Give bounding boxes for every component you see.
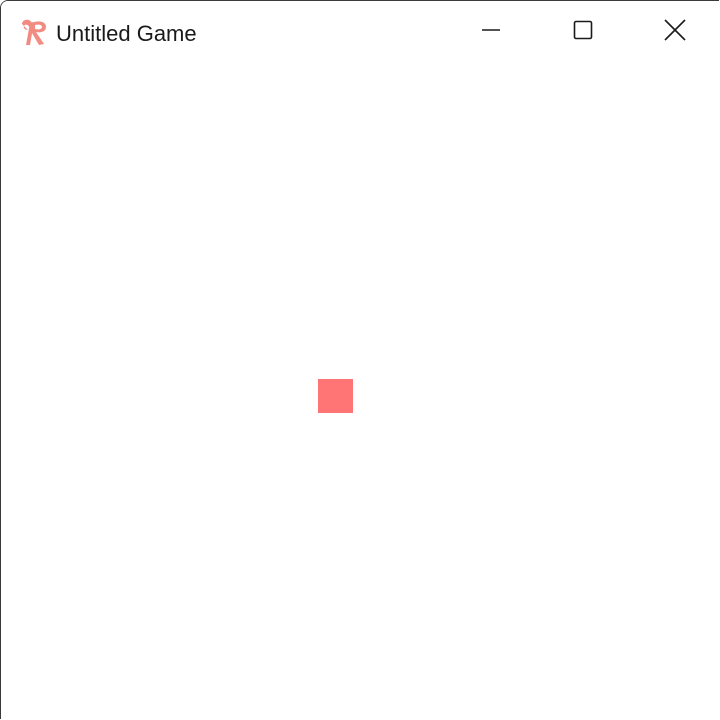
ribbon-r-logo-icon	[18, 17, 50, 47]
maximize-button[interactable]	[537, 1, 629, 63]
close-icon	[664, 18, 686, 46]
title-bar[interactable]: Untitled Game	[1, 1, 719, 63]
close-button[interactable]	[629, 1, 719, 63]
minimize-icon	[481, 20, 501, 45]
game-canvas[interactable]	[1, 63, 719, 719]
maximize-icon	[573, 20, 593, 45]
game-window: Untitled Game	[0, 0, 719, 719]
window-title: Untitled Game	[56, 21, 197, 46]
player-square	[318, 379, 353, 413]
minimize-button[interactable]	[445, 1, 537, 63]
